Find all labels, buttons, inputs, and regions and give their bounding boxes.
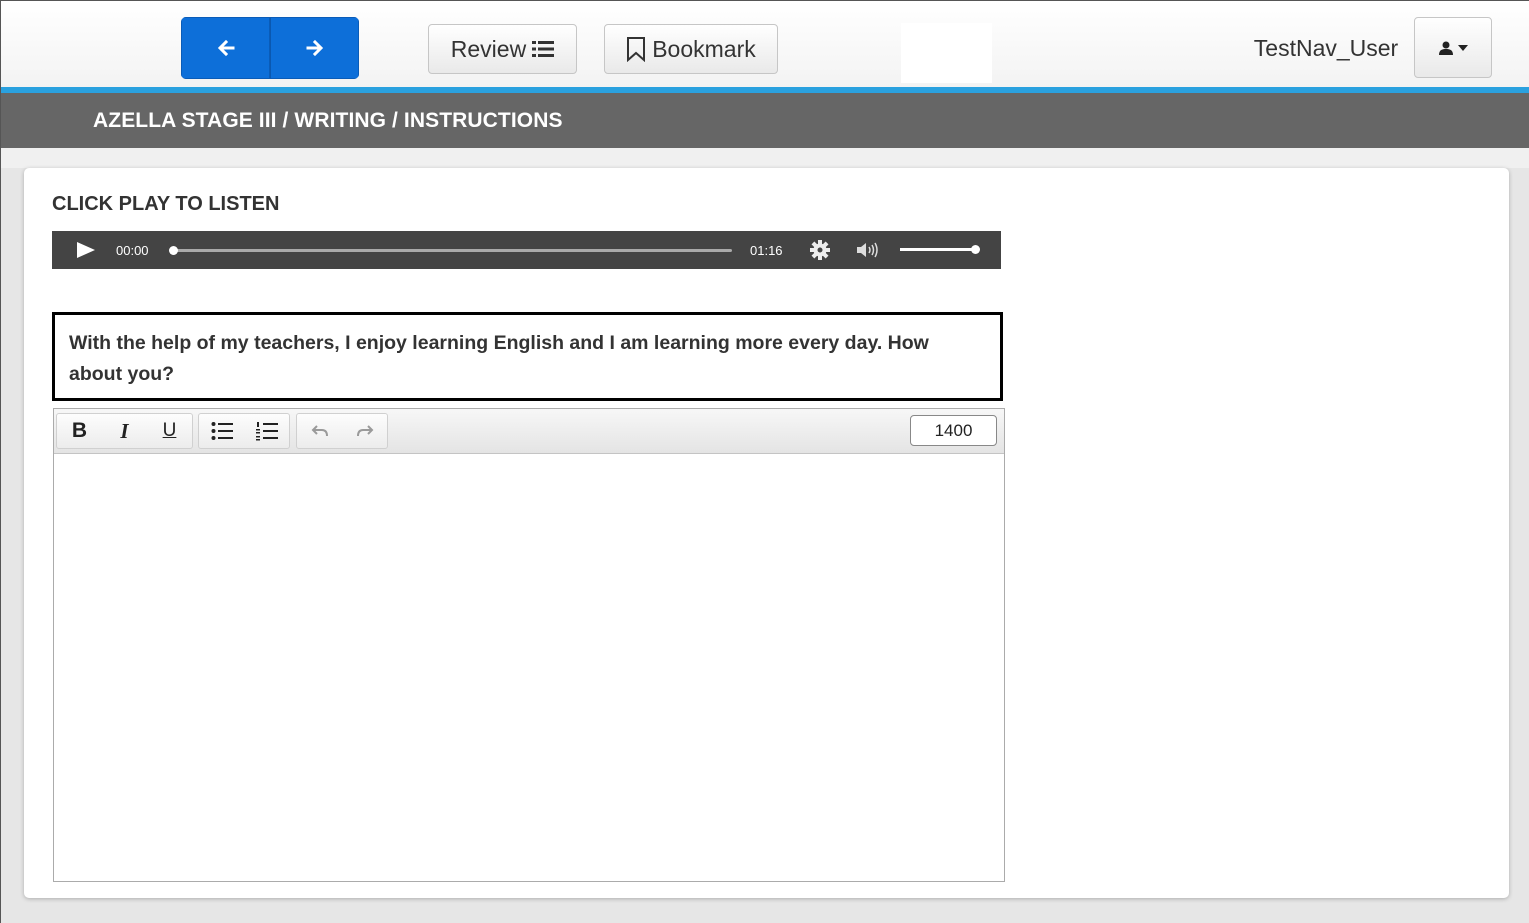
volume-icon[interactable]	[855, 241, 881, 259]
underline-button[interactable]: U	[147, 414, 192, 448]
listen-instruction: CLICK PLAY TO LISTEN	[52, 193, 280, 215]
duration: 01:16	[750, 243, 783, 258]
play-icon[interactable]	[76, 241, 96, 259]
numbered-list-button[interactable]	[244, 414, 289, 448]
numbered-list-icon	[255, 422, 278, 441]
volume-slider[interactable]	[900, 245, 980, 254]
review-label: Review	[450, 35, 527, 62]
history-group	[296, 413, 388, 449]
response-editor: B I U 1400	[53, 408, 1005, 882]
username: TestNav_User	[1253, 35, 1399, 61]
bullet-list-button[interactable]	[199, 414, 244, 448]
user-icon	[1439, 41, 1453, 55]
editor-toolbar: B I U 1400	[54, 409, 1004, 454]
breadcrumb: AZELLA STAGE III / WRITING / INSTRUCTION…	[93, 109, 563, 132]
blank-panel	[901, 23, 992, 83]
arrow-right-icon	[306, 39, 323, 57]
audio-progress-slider[interactable]	[169, 246, 732, 255]
undo-icon	[311, 425, 328, 437]
back-button[interactable]	[181, 17, 270, 79]
undo-button[interactable]	[297, 414, 342, 448]
breadcrumb-bar: AZELLA STAGE III / WRITING / INSTRUCTION…	[1, 93, 1529, 148]
navigation-buttons	[181, 17, 359, 79]
list-icon	[532, 41, 555, 57]
caret-down-icon	[1458, 44, 1468, 51]
list-group	[198, 413, 290, 449]
redo-icon	[356, 425, 373, 437]
question-card: CLICK PLAY TO LISTEN 00:00 01:16 With th…	[24, 168, 1509, 898]
top-toolbar: Review Bookmark TestNav_User	[1, 1, 1529, 87]
progress-handle[interactable]	[169, 246, 178, 255]
format-group: B I U	[56, 413, 193, 449]
bookmark-icon	[627, 37, 646, 62]
next-button[interactable]	[270, 17, 359, 79]
writing-prompt: With the help of my teachers, I enjoy le…	[52, 312, 1003, 401]
redo-button[interactable]	[342, 414, 387, 448]
italic-button[interactable]: I	[102, 414, 147, 448]
arrow-left-icon	[217, 39, 234, 57]
bold-button[interactable]: B	[57, 414, 102, 448]
content-background	[1, 148, 1529, 168]
bookmark-button[interactable]: Bookmark	[604, 24, 778, 74]
audio-player: 00:00 01:16	[52, 231, 1001, 269]
response-textarea[interactable]	[54, 454, 1004, 881]
bullet-list-icon	[211, 422, 233, 440]
bookmark-label: Bookmark	[652, 35, 756, 62]
user-menu-button[interactable]	[1414, 17, 1492, 78]
current-time: 00:00	[116, 243, 149, 258]
character-counter: 1400	[910, 415, 997, 446]
review-button[interactable]: Review	[428, 24, 577, 74]
gear-icon[interactable]	[809, 239, 831, 261]
volume-handle[interactable]	[971, 245, 980, 254]
